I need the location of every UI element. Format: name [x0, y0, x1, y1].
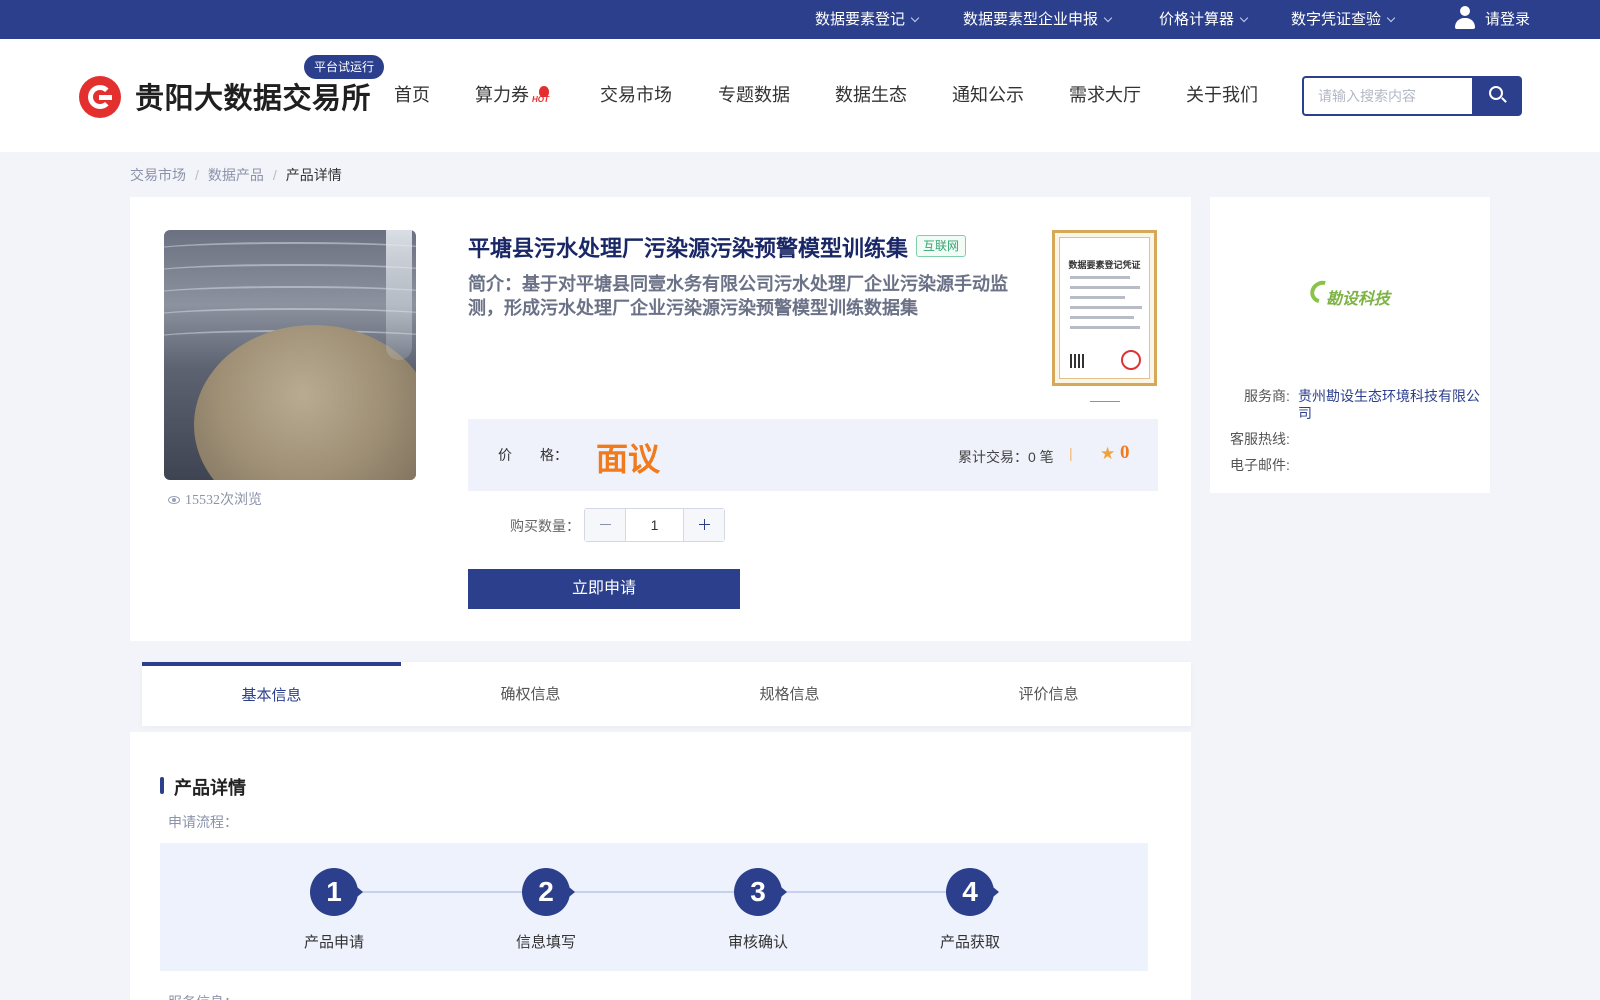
search-box	[1302, 76, 1472, 116]
chevron-down-icon	[910, 13, 920, 23]
service-info-label: 服务信息：	[168, 992, 238, 1000]
nav-topic-data[interactable]: 专题数据	[718, 39, 790, 152]
topbar-item-label: 数据要素登记	[815, 11, 906, 28]
nav-label: 算力券	[475, 85, 529, 105]
nav-label: 专题数据	[718, 85, 790, 105]
step-number: 1	[310, 868, 363, 916]
nav-label: 首页	[394, 85, 430, 105]
topbar-price-calculator[interactable]: 价格计算器	[1159, 0, 1249, 39]
nav-label: 交易市场	[600, 85, 672, 105]
seal-icon	[1121, 350, 1141, 370]
chevron-down-icon	[1239, 13, 1249, 23]
breadcrumb-separator: /	[195, 167, 199, 183]
breadcrumb-separator: /	[272, 167, 277, 183]
product-image	[164, 230, 416, 480]
qr-code-icon	[1070, 354, 1084, 368]
tab-review-info[interactable]: 评价信息	[919, 662, 1178, 726]
certificate-indicator	[1090, 401, 1120, 402]
nav-trading-market[interactable]: 交易市场	[600, 39, 672, 152]
apply-now-button[interactable]: 立即申请	[468, 569, 740, 609]
provider-card: 勘设科技 服务商: 贵州勘设生态环境科技有限公司 客服热线: 电子邮件:	[1210, 197, 1490, 493]
topbar-item-label: 价格计算器	[1159, 11, 1235, 28]
topbar-item-label: 数据要素型企业申报	[963, 11, 1099, 28]
product-card: 15532次浏览 平塘县污水处理厂污染源污染预警模型训练集 互联网 简介：基于对…	[130, 197, 1191, 641]
provider-logo: 勘设科技	[1306, 275, 1420, 315]
user-icon	[1454, 6, 1476, 30]
topbar-enterprise-declaration[interactable]: 数据要素型企业申报	[963, 0, 1113, 39]
section-title: 产品详情	[160, 774, 246, 800]
exchange-logo-icon[interactable]	[79, 76, 121, 118]
nav-about-us[interactable]: 关于我们	[1186, 39, 1258, 152]
nav-notices[interactable]: 通知公示	[952, 39, 1024, 152]
site-logo-text[interactable]: 贵阳大数据交易所	[135, 75, 371, 117]
product-intro: 简介：基于对平塘县同壹水务有限公司污水处理厂企业污染源手动监测，形成污水处理厂企…	[468, 274, 1008, 318]
decrease-quantity-button[interactable]	[585, 509, 626, 541]
step-label: 产品申请	[303, 934, 364, 951]
topbar-certificate-verification[interactable]: 数字凭证查验	[1291, 0, 1396, 39]
price-panel: 价 格： 面议 累计交易：0 笔 | ★ 0	[468, 419, 1158, 491]
price-value: 面议	[596, 441, 661, 477]
login-link[interactable]: 请登录	[1454, 0, 1530, 39]
star-icon: ★	[1100, 444, 1116, 463]
step-label: 产品获取	[939, 934, 1000, 951]
trial-badge: 平台试运行	[304, 55, 385, 79]
hot-icon: HOT	[532, 86, 556, 104]
minus-icon	[600, 524, 611, 525]
tab-spec-info[interactable]: 规格信息	[660, 662, 919, 726]
divider: |	[1069, 445, 1073, 461]
topbar-data-element-registration[interactable]: 数据要素登记	[815, 0, 920, 39]
step-number: 3	[734, 868, 787, 916]
nav-label: 需求大厅	[1069, 85, 1141, 105]
topbar-item-label: 数字凭证查验	[1291, 11, 1382, 28]
application-flow: 1 产品申请 2 信息填写 3 审核确认 4 产品获取	[160, 843, 1148, 971]
search-input[interactable]	[1304, 78, 1472, 114]
provider-name-link[interactable]: 贵州勘设生态环境科技有限公司	[1298, 388, 1482, 422]
chevron-down-icon	[1386, 13, 1396, 23]
rating-value: 0	[1120, 442, 1130, 463]
provider-logo-text: 勘设科技	[1326, 291, 1391, 308]
login-label: 请登录	[1485, 11, 1531, 28]
top-utility-bar: 数据要素登记 数据要素型企业申报 价格计算器 数字凭证查验 请登录	[0, 0, 1600, 39]
flow-label: 申请流程：	[168, 814, 238, 830]
chevron-down-icon	[1103, 13, 1113, 23]
step-number: 2	[522, 868, 575, 916]
nav-home[interactable]: 首页	[394, 39, 430, 152]
nav-label: 通知公示	[952, 85, 1024, 105]
breadcrumb: 交易市场 / 数据产品 / 产品详情	[130, 165, 342, 185]
quantity-input[interactable]: 1	[626, 509, 683, 541]
category-tag: 互联网	[916, 235, 967, 257]
step-number: 4	[946, 868, 999, 916]
step-label: 审核确认	[727, 934, 788, 951]
price-label: 价 格：	[498, 447, 568, 463]
quantity-stepper: 1	[584, 508, 725, 542]
increase-quantity-button[interactable]	[683, 509, 724, 541]
breadcrumb-data-products[interactable]: 数据产品	[208, 167, 264, 183]
nav-label: 关于我们	[1186, 85, 1258, 105]
eye-icon	[168, 495, 180, 504]
product-title: 平塘县污水处理厂污染源污染预警模型训练集	[468, 236, 909, 261]
step-label: 信息填写	[515, 934, 576, 951]
certificate-title: 数据要素登记凭证	[1068, 260, 1141, 270]
nav-label: 数据生态	[835, 85, 907, 105]
search-button[interactable]	[1472, 76, 1522, 116]
service-key: 服务商:	[1244, 388, 1290, 404]
nav-compute-voucher[interactable]: 算力券 HOT	[475, 39, 556, 152]
quantity-label: 购买数量：	[510, 518, 580, 534]
tab-rights-info[interactable]: 确权信息	[401, 662, 660, 726]
tab-basic-info[interactable]: 基本信息	[142, 662, 401, 726]
breadcrumb-current: 产品详情	[285, 167, 342, 183]
detail-tabs: 基本信息 确权信息 规格信息 评价信息	[142, 662, 1191, 726]
breadcrumb-trading-market[interactable]: 交易市场	[130, 167, 186, 183]
trade-count: 累计交易：0 笔	[958, 449, 1054, 465]
view-count: 15532次浏览	[168, 489, 262, 509]
nav-demand-hall[interactable]: 需求大厅	[1069, 39, 1141, 152]
email-key: 电子邮件:	[1230, 457, 1290, 473]
hotline-key: 客服热线:	[1230, 431, 1290, 447]
nav-data-ecosystem[interactable]: 数据生态	[835, 39, 907, 152]
product-detail-section: 产品详情 申请流程： 1 产品申请 2 信息填写 3 审核确认 4 产品获取 服…	[130, 732, 1191, 1000]
flow-connector	[355, 891, 951, 893]
registration-certificate[interactable]: 数据要素登记凭证	[1052, 230, 1157, 386]
site-header: 贵阳大数据交易所 平台试运行 首页 算力券 HOT 交易市场 专题数据 数据生态 …	[0, 39, 1600, 152]
